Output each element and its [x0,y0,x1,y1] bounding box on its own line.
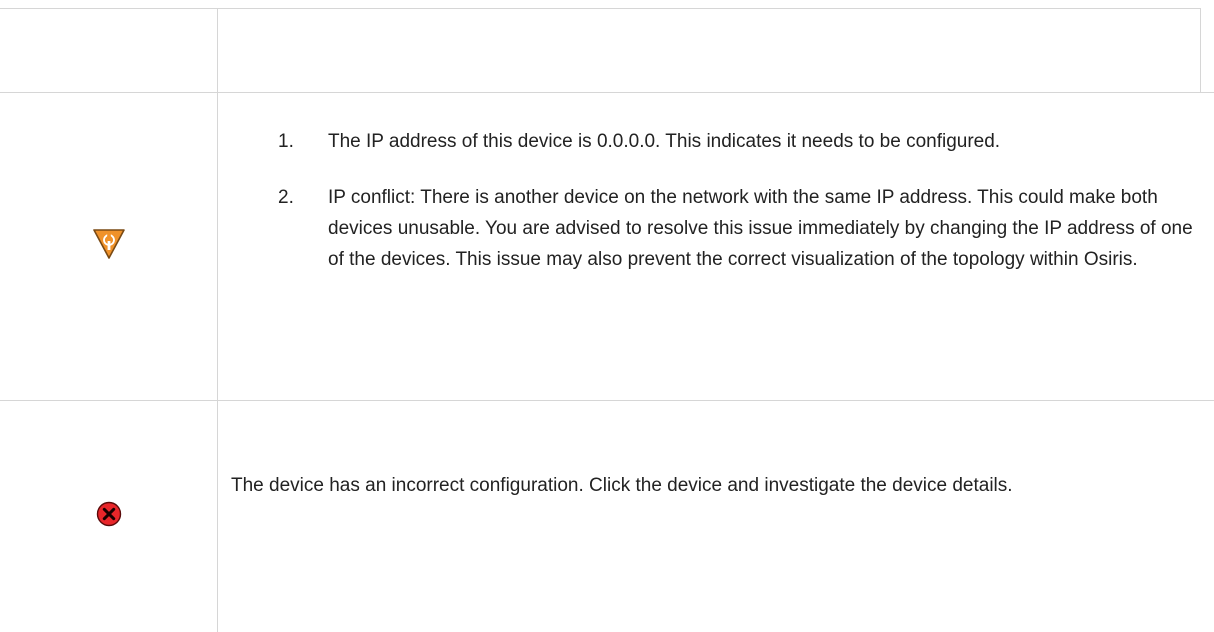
icon-cell [0,8,217,92]
list-item: 1. The IP address of this device is 0.0.… [218,126,1214,157]
error-x-icon [96,501,122,532]
description-cell: The device has an incorrect configuratio… [218,470,1214,501]
issue-list: 1. The IP address of this device is 0.0.… [218,126,1214,275]
description-cell [218,8,1214,92]
error-description: The device has an incorrect configuratio… [231,475,1013,496]
legend-table: 1. The IP address of this device is 0.0.… [0,8,1214,632]
list-item-text: IP conflict: There is another device on … [328,187,1193,270]
list-item-text: The IP address of this device is 0.0.0.0… [328,131,1001,152]
table-row-warning: 1. The IP address of this device is 0.0.… [0,93,1214,400]
warning-wrench-icon [92,227,126,266]
description-cell: 1. The IP address of this device is 0.0.… [218,126,1214,275]
list-number: 2. [278,187,294,208]
table-row-error: The device has an incorrect configuratio… [0,401,1214,632]
list-item: 2. IP conflict: There is another device … [218,182,1214,275]
list-number: 1. [278,131,294,152]
table-row-empty [0,8,1214,92]
icon-cell [0,93,217,400]
icon-cell [0,486,217,546]
